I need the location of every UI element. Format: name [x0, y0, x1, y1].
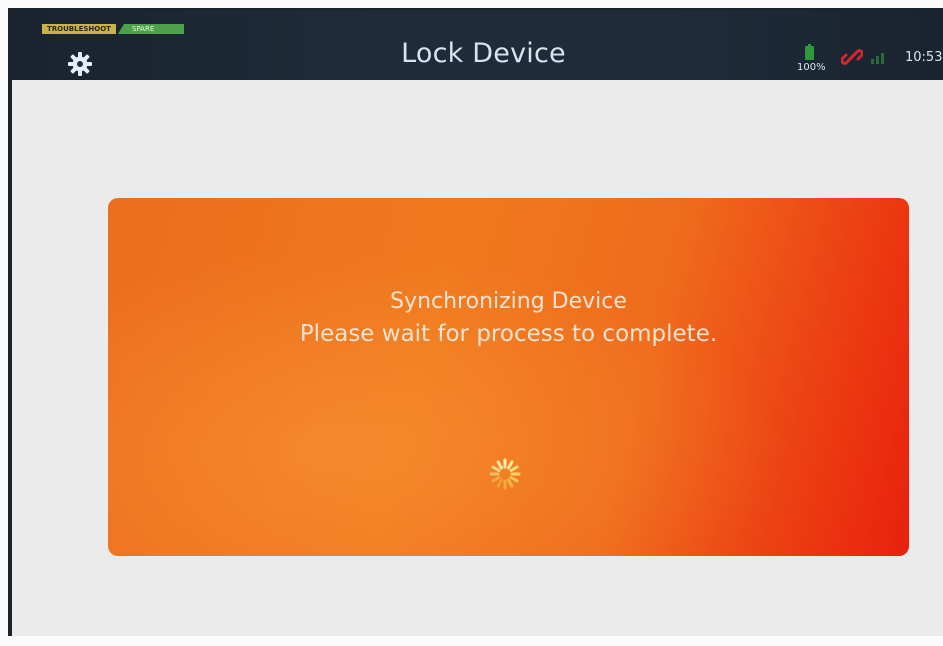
sync-message: Synchronizing Device Please wait for pro… [108, 286, 909, 350]
battery-indicator: 100% [797, 42, 826, 74]
status-bar: 100% 10:53 [793, 42, 943, 82]
broken-link-icon [841, 49, 863, 65]
signal-icon [871, 53, 884, 64]
sync-message-line1: Synchronizing Device [390, 289, 627, 314]
card-glow [108, 198, 909, 556]
battery-percent: 100% [797, 62, 826, 73]
device-tags: TROUBLESHOOT SPARE [42, 24, 185, 34]
spinner-icon [489, 458, 521, 490]
clock: 10:53 [905, 50, 943, 65]
sync-message-line2: Please wait for process to complete. [299, 321, 718, 347]
mode-tag: TROUBLESHOOT [42, 24, 116, 34]
slot-tag: SPARE [117, 24, 185, 34]
app-header: TROUBLESHOOT SPARE Lock Device 100% 10:5… [12, 10, 943, 80]
sync-dialog: Synchronizing Device Please wait for pro… [108, 198, 909, 556]
battery-icon [805, 44, 814, 60]
